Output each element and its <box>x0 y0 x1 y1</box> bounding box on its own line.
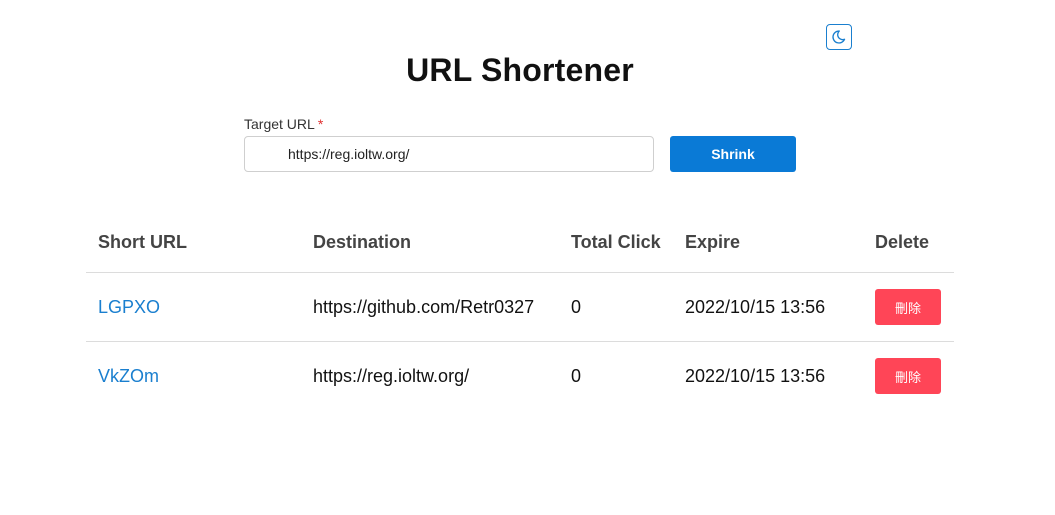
target-url-label: Target URL * <box>244 116 323 132</box>
header-expire: Expire <box>673 212 863 273</box>
theme-toggle-button[interactable] <box>826 24 852 50</box>
destination-cell: https://reg.ioltw.org/ <box>313 365 470 386</box>
total-click-cell: 0 <box>559 272 673 342</box>
moon-icon <box>832 30 846 44</box>
short-url-link[interactable]: LGPXO <box>98 297 160 317</box>
short-url-cell: LGPXO <box>86 272 301 342</box>
header-delete: Delete <box>863 212 954 273</box>
url-table: Short URL Destination Total Click Expire… <box>86 212 954 410</box>
table-row: LGPXO https://github.com/Retr0327 0 2022… <box>86 272 954 342</box>
delete-button[interactable]: 刪除 <box>875 289 941 325</box>
short-url-link[interactable]: VkZOm <box>98 366 159 386</box>
header-destination: Destination <box>301 212 559 273</box>
target-url-label-text: Target URL <box>244 116 315 132</box>
short-url-cell: VkZOm <box>86 342 301 411</box>
header-short-url: Short URL <box>86 212 301 273</box>
header-total-click: Total Click <box>559 212 673 273</box>
target-url-input[interactable] <box>244 136 654 172</box>
expire-cell: 2022/10/15 13:56 <box>685 365 826 386</box>
page: URL Shortener Target URL* Shrink Short U… <box>0 0 1055 515</box>
destination-cell: https://github.com/Retr0327 <box>301 272 559 342</box>
delete-cell: 刪除 <box>863 342 954 411</box>
required-asterisk: * <box>317 116 324 132</box>
shrink-button[interactable]: Shrink <box>670 136 796 172</box>
table-header-row: Short URL Destination Total Click Expire… <box>86 212 954 273</box>
page-title: URL Shortener <box>406 52 634 88</box>
expire-cell: 2022/10/15 13:56 <box>673 272 863 342</box>
table-row: VkZOm https://reg.ioltw.org/ 0 2022/10/1… <box>86 342 954 411</box>
delete-button[interactable]: 刪除 <box>875 358 941 394</box>
delete-cell: 刪除 <box>863 272 954 342</box>
total-click-cell: 0 <box>571 365 582 386</box>
